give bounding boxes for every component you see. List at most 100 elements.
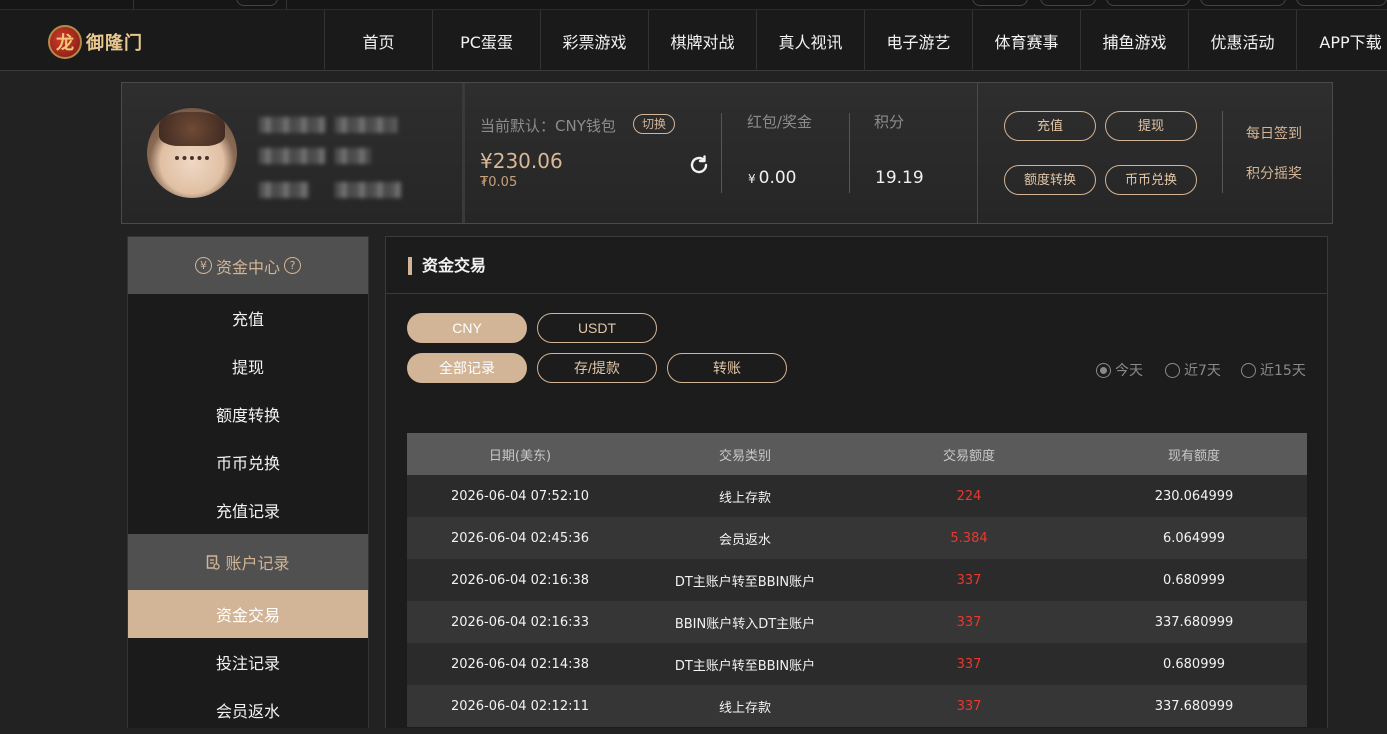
nav-fishing[interactable]: 捕鱼游戏: [1080, 10, 1188, 71]
masked-text: [335, 117, 397, 133]
account-records-header: 账户记录: [128, 534, 368, 590]
tab-usdt[interactable]: USDT: [537, 313, 657, 343]
cell-date: 2026-06-04 02:16:33: [450, 614, 590, 630]
tab-deposit-withdraw[interactable]: 存/提款: [537, 353, 657, 383]
nav-pc-egg[interactable]: PC蛋蛋: [432, 10, 540, 71]
nav-live-casino[interactable]: 真人视讯: [756, 10, 864, 71]
main-panel: 资金交易 CNY USDT 全部记录 存/提款 转账 今天 近7天 近15天 日…: [385, 236, 1328, 728]
cell-date: 2026-06-04 02:45:36: [450, 530, 590, 546]
avatar[interactable]: [147, 108, 237, 198]
sidebar-item-bet-records[interactable]: 投注记录: [128, 638, 368, 686]
cell-type: DT主账户转至BBIN账户: [674, 574, 816, 590]
cell-balance: 337.680999: [1154, 614, 1234, 630]
top-pill[interactable]: [1040, 0, 1096, 6]
sidebar-item-withdraw[interactable]: 提现: [128, 342, 368, 390]
wallet-balance: ¥230.06: [480, 149, 563, 173]
sidebar-item-exchange[interactable]: 币币兑换: [128, 438, 368, 486]
divider: [849, 113, 850, 193]
recharge-button[interactable]: 充值: [1004, 111, 1096, 141]
sidebar-item-transfer[interactable]: 额度转换: [128, 390, 368, 438]
dragon-logo-icon: 龙: [48, 25, 82, 59]
nav-promotions[interactable]: 优惠活动: [1188, 10, 1296, 71]
top-pill[interactable]: [1106, 0, 1190, 6]
nav-home[interactable]: 首页: [324, 10, 432, 71]
main-header: 龙 御隆门 首页 PC蛋蛋 彩票游戏 棋牌对战 真人视讯 电子游艺 体育赛事 捕…: [0, 10, 1387, 71]
exchange-button[interactable]: 币币兑换: [1105, 165, 1197, 195]
radio-dot: [1165, 362, 1180, 378]
help-icon[interactable]: ?: [284, 257, 301, 274]
radio-today[interactable]: 今天: [1096, 360, 1143, 380]
user-info: [122, 83, 462, 223]
masked-text: [335, 148, 371, 164]
sidebar-item-rebate[interactable]: 会员返水: [128, 686, 368, 734]
table-row: 2026-06-04 02:16:33 BBIN账户转入DT主账户 337 33…: [407, 601, 1307, 643]
fund-center-header: ¥ 资金中心 ?: [128, 237, 368, 294]
radio-label: 今天: [1115, 363, 1143, 379]
tab-cny[interactable]: CNY: [407, 313, 527, 343]
main-nav: 首页 PC蛋蛋 彩票游戏 棋牌对战 真人视讯 电子游艺 体育赛事 捕鱼游戏 优惠…: [324, 10, 1387, 71]
cell-date: 2026-06-04 02:14:38: [450, 656, 590, 672]
table-header: 日期(美东) 交易类别 交易额度 现有额度: [407, 433, 1307, 475]
top-pill[interactable]: [1200, 0, 1286, 6]
divider: [721, 113, 722, 193]
sidebar-item-recharge-records[interactable]: 充值记录: [128, 486, 368, 534]
points-lottery-link[interactable]: 积分摇奖: [1246, 163, 1302, 183]
tab-transfer[interactable]: 转账: [667, 353, 787, 383]
top-pill[interactable]: [236, 0, 278, 6]
col-type: 交易类别: [718, 448, 771, 464]
masked-text: [335, 182, 401, 198]
divider: [1222, 111, 1223, 193]
withdraw-button[interactable]: 提现: [1105, 111, 1197, 141]
cell-amount: 337: [956, 572, 982, 588]
cell-balance: 6.064999: [1162, 530, 1226, 546]
top-pill[interactable]: [1296, 0, 1387, 6]
table-row: 2026-06-04 02:16:38 DT主账户转至BBIN账户 337 0.…: [407, 559, 1307, 601]
nav-app-download[interactable]: APP下载: [1296, 10, 1387, 71]
quick-actions: 充值 提现 额度转换 币币兑换 每日签到 积分摇奖: [977, 83, 1332, 223]
table-row: 2026-06-04 07:52:10 线上存款 224 230.064999: [407, 475, 1307, 517]
cell-amount: 337: [956, 656, 982, 672]
cell-amount: 224: [956, 488, 982, 504]
transactions-table: 日期(美东) 交易类别 交易额度 现有额度 2026-06-04 07:52:1…: [407, 433, 1307, 727]
refresh-icon[interactable]: [687, 153, 711, 177]
page-title: 资金交易: [408, 257, 486, 275]
currency-symbol: ¥: [748, 172, 756, 186]
sidebar-item-fund-transactions[interactable]: 资金交易: [128, 590, 368, 638]
col-balance: 现有额度: [1167, 448, 1220, 464]
col-date: 日期(美东): [488, 448, 552, 464]
radio-label: 近7天: [1184, 363, 1221, 379]
top-divider: [133, 0, 134, 10]
table-row: 2026-06-04 02:45:36 会员返水 5.384 6.064999: [407, 517, 1307, 559]
nav-sports[interactable]: 体育赛事: [972, 10, 1080, 71]
sidebar: ¥ 资金中心 ? 充值 提现 额度转换 币币兑换 充值记录 账户记录 资金交易 …: [127, 236, 369, 728]
top-pill[interactable]: [972, 0, 1028, 6]
divider: [386, 293, 1327, 294]
table-body: 2026-06-04 07:52:10 线上存款 224 230.064999 …: [407, 475, 1307, 727]
cell-type: 会员返水: [718, 532, 771, 548]
tab-all-records[interactable]: 全部记录: [407, 353, 527, 383]
usdt-balance: ₮0.05: [480, 175, 518, 190]
masked-text: [259, 148, 325, 164]
points-label: 积分: [874, 113, 905, 131]
col-amount: 交易额度: [942, 448, 995, 464]
transfer-button[interactable]: 额度转换: [1004, 165, 1096, 195]
cell-balance: 0.680999: [1162, 656, 1226, 672]
fund-center-title: 资金中心: [215, 257, 280, 277]
bonus-value: ¥0.00: [748, 168, 797, 188]
cell-amount: 337: [956, 614, 982, 630]
cell-amount: 337: [956, 698, 982, 714]
sidebar-item-recharge[interactable]: 充值: [128, 294, 368, 342]
brand-logo[interactable]: 龙 御隆门: [48, 22, 148, 62]
nav-chess-cards[interactable]: 棋牌对战: [648, 10, 756, 71]
table-row: 2026-06-04 02:14:38 DT主账户转至BBIN账户 337 0.…: [407, 643, 1307, 685]
cell-date: 2026-06-04 07:52:10: [450, 488, 590, 504]
default-wallet-label: 当前默认：CNY钱包: [480, 117, 616, 135]
radio-15-days[interactable]: 近15天: [1241, 360, 1306, 380]
masked-text: [259, 182, 309, 198]
daily-checkin-link[interactable]: 每日签到: [1246, 123, 1302, 143]
switch-wallet-button[interactable]: 切换: [633, 114, 676, 134]
nav-slots[interactable]: 电子游艺: [864, 10, 972, 71]
radio-7-days[interactable]: 近7天: [1165, 360, 1221, 380]
nav-lottery[interactable]: 彩票游戏: [540, 10, 648, 71]
cell-amount: 5.384: [950, 530, 988, 546]
